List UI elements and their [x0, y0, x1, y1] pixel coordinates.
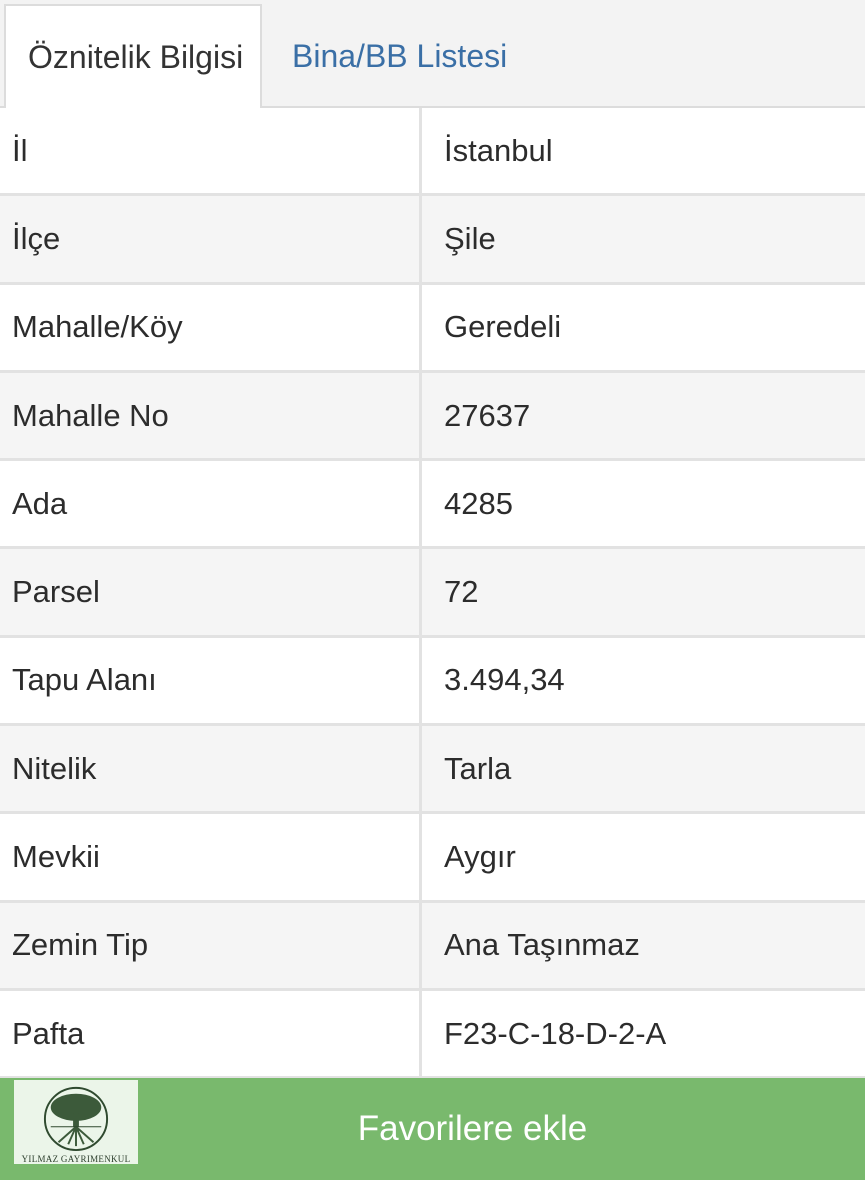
attribute-key: Tapu Alanı [0, 637, 422, 724]
attribute-value: 27637 [444, 397, 531, 433]
table-row: Nitelik Tarla [0, 726, 865, 815]
attribute-key: Ada [0, 461, 422, 547]
table-row: Zemin Tip Ana Taşınmaz [0, 902, 865, 991]
logo-text: YILMAZ GAYRIMENKUL [21, 1154, 131, 1164]
attribute-key: Parsel [0, 549, 422, 635]
table-row: Mahalle/Köy Geredeli [0, 284, 865, 373]
attribute-table: İl İstanbul İlçe Şile Mahalle/Köy Gerede… [0, 108, 865, 1080]
attribute-key: Pafta [0, 990, 422, 1077]
tab-oznitelik-bilgisi[interactable]: Öznitelik Bilgisi [4, 4, 262, 108]
attribute-value: Geredeli [444, 309, 562, 345]
table-row: İlçe Şile [0, 196, 865, 285]
attribute-value: Tarla [444, 750, 512, 786]
table-row: Mahalle No 27637 [0, 372, 865, 462]
table-row: Tapu Alanı 3.494,34 [0, 637, 865, 727]
add-to-favorites-label: Favorilere ekle [357, 1109, 588, 1148]
table-row: Mevkii Aygır [0, 814, 865, 903]
tree-logo-icon [43, 1086, 109, 1152]
attribute-value: İstanbul [444, 132, 553, 168]
attribute-value: Şile [444, 220, 496, 256]
attribute-value: Aygır [444, 839, 516, 875]
attribute-value: 3.494,34 [444, 662, 565, 698]
table-row: Parsel 72 [0, 549, 865, 638]
attribute-key: Nitelik [0, 726, 422, 812]
company-logo: YILMAZ GAYRIMENKUL [14, 1080, 138, 1164]
attribute-key: İl [0, 108, 422, 194]
attribute-value: F23-C-18-D-2-A [444, 1015, 667, 1051]
table-row: İl İstanbul [0, 108, 865, 197]
attribute-key: Zemin Tip [0, 902, 422, 988]
attribute-key: Mahalle No [0, 372, 422, 459]
attribute-value: 72 [444, 574, 479, 610]
tab-bina-bb-listesi[interactable]: Bina/BB Listesi [270, 4, 570, 108]
attribute-key: Mahalle/Köy [0, 284, 422, 370]
tab-bar: Öznitelik Bilgisi Bina/BB Listesi [0, 0, 865, 108]
attribute-value: 4285 [444, 485, 513, 521]
attribute-value: Ana Taşınmaz [444, 927, 640, 963]
table-row: Pafta F23-C-18-D-2-A [0, 990, 865, 1080]
attribute-key: İlçe [0, 196, 422, 282]
table-row: Ada 4285 [0, 461, 865, 550]
attribute-key: Mevkii [0, 814, 422, 900]
